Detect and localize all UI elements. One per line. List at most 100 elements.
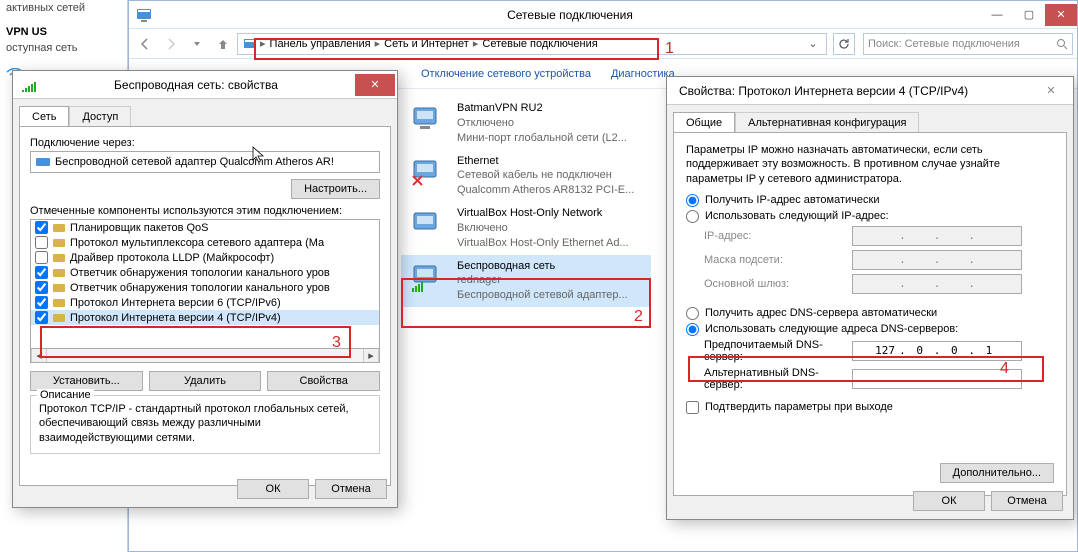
tab-network[interactable]: Сеть — [19, 106, 69, 127]
component-row[interactable]: Протокол Интернета версии 6 (TCP/IPv6) — [31, 295, 379, 310]
network-status: Включено — [457, 221, 629, 236]
maximize-button[interactable]: ▢ — [1013, 4, 1045, 26]
history-dropdown[interactable] — [185, 32, 209, 56]
network-name: Ethernet — [457, 154, 634, 169]
address-dropdown-icon[interactable]: ⌄ — [804, 37, 822, 50]
network-desc: VirtualBox Host-Only Ethernet Ad... — [457, 236, 629, 251]
ok-button[interactable]: ОК — [237, 479, 309, 499]
component-row[interactable]: Протокол Интернета версии 4 (TCP/IPv4) — [31, 310, 379, 325]
address-bar[interactable]: ▸ Панель управления ▸ Сеть и Интернет ▸ … — [237, 33, 827, 55]
tab-alternative[interactable]: Альтернативная конфигурация — [735, 112, 919, 133]
left-row-sub: оступная сеть — [0, 40, 127, 56]
remove-button[interactable]: Удалить — [149, 371, 262, 391]
confirm-on-exit-checkbox[interactable]: Подтвердить параметры при выходе — [686, 401, 1054, 414]
annotation-label-2: 2 — [634, 308, 643, 326]
radio-input[interactable] — [686, 194, 699, 207]
radio-label: Использовать следующие адреса DNS-сервер… — [705, 323, 958, 335]
scroll-right-icon[interactable]: ▸ — [363, 349, 379, 362]
back-button[interactable] — [133, 32, 157, 56]
network-item-selected[interactable]: Беспроводная сеть rednager Беспроводной … — [401, 255, 651, 308]
dialog-close-button[interactable]: ✕ — [355, 74, 395, 96]
install-button[interactable]: Установить... — [30, 371, 143, 391]
description-title: Описание — [37, 389, 94, 401]
component-label: Протокол Интернета версии 4 (TCP/IPv4) — [70, 312, 281, 324]
network-desc: Мини-порт глобальной сети (L2... — [457, 131, 627, 146]
mask-label: Маска подсети: — [704, 254, 844, 266]
cancel-button[interactable]: Отмена — [315, 479, 387, 499]
checkbox-input[interactable] — [686, 401, 699, 414]
forward-button[interactable] — [159, 32, 183, 56]
component-row[interactable]: Протокол мультиплексора сетевого адаптер… — [31, 235, 379, 250]
close-button[interactable]: ✕ — [1045, 4, 1077, 26]
component-checkbox[interactable] — [35, 236, 48, 249]
components-listbox[interactable]: Планировщик пакетов QoS Протокол мультипл… — [30, 219, 380, 349]
dialog-titlebar: Беспроводная сеть: свойства ✕ — [13, 71, 397, 99]
breadcrumb-item[interactable]: Сетевые подключения — [480, 38, 599, 50]
radio-label: Получить IP-адрес автоматически — [705, 194, 879, 206]
configure-button[interactable]: Настроить... — [291, 179, 380, 199]
chevron-right-icon: ▸ — [375, 37, 381, 50]
toolbar-disable-device[interactable]: Отключение сетевого устройства — [421, 68, 591, 80]
chevron-right-icon: ▸ — [260, 37, 266, 50]
network-status: Отключено — [457, 116, 627, 131]
breadcrumb-item[interactable]: Сеть и Интернет — [382, 38, 471, 50]
tab-general[interactable]: Общие — [673, 112, 735, 133]
radio-input[interactable] — [686, 210, 699, 223]
properties-button[interactable]: Свойства — [267, 371, 380, 391]
cancel-button[interactable]: Отмена — [991, 491, 1063, 511]
adapter-name: Беспроводной сетевой адаптер Qualcomm At… — [55, 156, 334, 168]
ok-button[interactable]: ОК — [913, 491, 985, 511]
pref-dns-input[interactable]: 127. 0. 0. 1 — [852, 341, 1022, 361]
component-label: Протокол Интернета версии 6 (TCP/IPv6) — [70, 297, 281, 309]
radio-dns-manual[interactable]: Использовать следующие адреса DNS-сервер… — [686, 323, 1054, 336]
component-checkbox[interactable] — [35, 251, 48, 264]
radio-ip-auto[interactable]: Получить IP-адрес автоматически — [686, 194, 1054, 207]
network-desc: Qualcomm Atheros AR8132 PCI-E... — [457, 183, 634, 198]
component-label: Протокол мультиплексора сетевого адаптер… — [70, 237, 324, 249]
address-icon — [242, 36, 258, 52]
annotation-label-4: 4 — [1000, 360, 1009, 378]
component-checkbox[interactable] — [35, 311, 48, 324]
dialog-close-button[interactable]: ✕ — [1031, 80, 1071, 102]
protocol-icon — [52, 252, 66, 264]
horizontal-scrollbar[interactable]: ◂ ▸ — [30, 349, 380, 363]
network-item[interactable]: VirtualBox Host-Only Network Включено Vi… — [401, 202, 651, 255]
search-input[interactable]: Поиск: Сетевые подключения — [863, 33, 1073, 55]
breadcrumb-item[interactable]: Панель управления — [268, 38, 373, 50]
adapter-icon — [35, 156, 51, 168]
left-row-vpn: VPN US — [0, 24, 127, 40]
chevron-right-icon: ▸ — [473, 37, 479, 50]
advanced-button[interactable]: Дополнительно... — [940, 463, 1054, 483]
protocol-icon — [52, 222, 66, 234]
component-row[interactable]: Ответчик обнаружения топологии канальног… — [31, 280, 379, 295]
minimize-button[interactable]: — — [981, 4, 1013, 26]
protocol-icon — [52, 237, 66, 249]
component-row[interactable]: Планировщик пакетов QoS — [31, 220, 379, 235]
gateway-input: ... — [852, 274, 1022, 294]
component-row[interactable]: Ответчик обнаружения топологии канальног… — [31, 265, 379, 280]
dialog-icon — [21, 77, 37, 93]
network-item[interactable]: BatmanVPN RU2 Отключено Мини-порт глобал… — [401, 97, 651, 150]
scroll-left-icon[interactable]: ◂ — [31, 349, 47, 362]
up-button[interactable] — [211, 32, 235, 56]
component-checkbox[interactable] — [35, 266, 48, 279]
radio-input[interactable] — [686, 307, 699, 320]
component-checkbox[interactable] — [35, 281, 48, 294]
radio-dns-auto[interactable]: Получить адрес DNS-сервера автоматически — [686, 307, 1054, 320]
tab-access[interactable]: Доступ — [69, 106, 131, 127]
radio-input[interactable] — [686, 323, 699, 336]
component-label: Ответчик обнаружения топологии канальног… — [70, 282, 330, 294]
component-row[interactable]: Драйвер протокола LLDP (Майкрософт) — [31, 250, 379, 265]
component-checkbox[interactable] — [35, 221, 48, 234]
component-checkbox[interactable] — [35, 296, 48, 309]
radio-ip-manual[interactable]: Использовать следующий IP-адрес: — [686, 210, 1054, 223]
window-title: Сетевые подключения — [159, 8, 981, 22]
pref-dns-label: Предпочитаемый DNS-сервер: — [704, 339, 844, 363]
intro-text: Параметры IP можно назначать автоматичес… — [686, 143, 1054, 186]
refresh-button[interactable] — [833, 33, 855, 55]
dialog-titlebar: Свойства: Протокол Интернета версии 4 (T… — [667, 77, 1073, 105]
alt-dns-input[interactable]: ... — [852, 369, 1022, 389]
dialog-title: Свойства: Протокол Интернета версии 4 (T… — [675, 84, 1031, 98]
network-item[interactable]: Ethernet Сетевой кабель не подключен Qua… — [401, 150, 651, 203]
mask-input: ... — [852, 250, 1022, 270]
